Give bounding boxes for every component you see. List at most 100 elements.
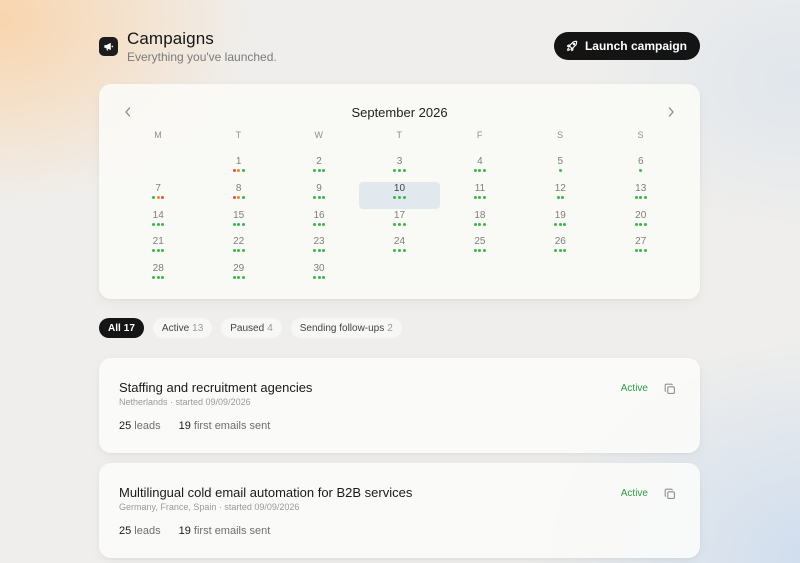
activity-dot <box>397 249 401 253</box>
activity-dot <box>563 222 567 226</box>
calendar-day[interactable]: 13 <box>601 182 681 209</box>
calendar-day[interactable]: 24 <box>359 235 439 262</box>
activity-dot <box>482 195 486 199</box>
calendar-day-number: 29 <box>233 263 245 275</box>
calendar-day[interactable]: 4 <box>440 155 520 182</box>
activity-dot <box>561 195 565 199</box>
activity-dot <box>639 195 643 199</box>
calendar-day-number: 24 <box>393 236 406 248</box>
calendar-day[interactable]: 28 <box>118 262 198 289</box>
calendar-day[interactable]: 8 <box>198 182 278 209</box>
campaign-activity-dots <box>279 276 359 280</box>
campaign-activity-dots <box>118 249 198 253</box>
filter-tab-active[interactable]: Active 13 <box>152 318 213 338</box>
weekday-label: M <box>154 130 163 140</box>
chevron-right-icon[interactable] <box>667 104 675 120</box>
calendar-day[interactable]: 25 <box>440 235 520 262</box>
calendar-empty-cell <box>118 155 198 182</box>
filter-tab-all[interactable]: All 17 <box>99 318 144 338</box>
activity-dot <box>554 249 558 253</box>
filter-tab-paused[interactable]: Paused 4 <box>221 318 282 338</box>
activity-dot <box>473 195 477 199</box>
emails-stat: 19 first emails sent <box>179 420 271 432</box>
calendar-day[interactable]: 5 <box>520 155 600 182</box>
activity-dot <box>397 195 401 199</box>
leads-stat: 25 leads <box>119 525 161 537</box>
activity-dot <box>322 249 326 253</box>
calendar-day[interactable]: 19 <box>520 209 600 236</box>
activity-dot <box>322 276 326 280</box>
campaigns-page: Campaigns Everything you've launched. La… <box>99 0 700 558</box>
calendar-day-number: 6 <box>637 156 644 167</box>
activity-dot <box>643 222 647 226</box>
calendar-day-number: 4 <box>477 156 483 167</box>
calendar-day[interactable]: 22 <box>198 235 278 262</box>
campaign-card[interactable]: Staffing and recruitment agencies Netherl… <box>99 358 700 453</box>
calendar-day[interactable]: 29 <box>198 262 278 289</box>
calendar-day[interactable]: 23 <box>279 235 359 262</box>
launch-campaign-button[interactable]: Launch campaign <box>553 32 700 60</box>
calendar-day[interactable]: 10 <box>359 181 440 209</box>
calendar-day[interactable]: 17 <box>359 209 439 236</box>
calendar-day-number: 15 <box>233 209 245 221</box>
campaign-title: Staffing and recruitment agencies <box>119 380 313 395</box>
activity-dot <box>393 222 397 226</box>
activity-dot <box>473 249 477 253</box>
campaign-activity-dots <box>520 169 600 172</box>
calendar-day[interactable]: 20 <box>601 209 681 236</box>
campaign-activity-dots <box>279 222 359 226</box>
campaign-card[interactable]: Multilingual cold email automation for B… <box>99 463 700 558</box>
filter-tab-sending-follow-ups[interactable]: Sending follow-ups 2 <box>290 318 402 338</box>
calendar-day-number: 3 <box>396 156 403 167</box>
campaign-activity-dots <box>440 169 520 172</box>
activity-dot <box>397 222 401 226</box>
activity-dot <box>312 276 316 280</box>
campaign-activity-dots <box>440 222 520 226</box>
activity-dot <box>232 169 236 172</box>
calendar-day[interactable]: 2 <box>279 155 359 182</box>
activity-dot <box>161 222 165 226</box>
megaphone-icon <box>99 37 118 56</box>
calendar-day[interactable]: 21 <box>118 235 198 262</box>
calendar-day[interactable]: 26 <box>520 235 600 262</box>
activity-dot <box>237 249 241 253</box>
calendar-day[interactable]: 14 <box>118 209 198 236</box>
calendar-day[interactable]: 7 <box>118 182 198 209</box>
calendar-day[interactable]: 11 <box>440 182 520 209</box>
activity-dot <box>478 222 482 226</box>
activity-dot <box>478 169 482 172</box>
leads-label: leads <box>131 420 161 432</box>
activity-dot <box>322 195 326 199</box>
calendar-day[interactable]: 16 <box>279 209 359 236</box>
calendar-day[interactable]: 12 <box>520 182 600 209</box>
copy-icon[interactable] <box>664 382 676 394</box>
calendar-day[interactable]: 15 <box>198 209 278 236</box>
activity-dot <box>312 249 316 253</box>
calendar-day-number: 5 <box>557 156 564 167</box>
campaign-activity-dots <box>198 249 278 253</box>
calendar-day[interactable]: 30 <box>279 262 359 289</box>
calendar-day[interactable]: 3 <box>359 155 439 182</box>
leads-stat: 25 leads <box>119 420 161 432</box>
calendar-day[interactable]: 18 <box>440 209 520 236</box>
activity-dot <box>402 249 406 253</box>
calendar-day[interactable]: 1 <box>198 155 278 182</box>
calendar-day-number: 27 <box>635 236 647 248</box>
weekday-label: T <box>396 130 403 140</box>
activity-dot <box>156 195 160 199</box>
campaign-activity-dots <box>198 169 278 172</box>
activity-dot <box>312 222 316 226</box>
calendar-day[interactable]: 6 <box>601 155 681 182</box>
activity-dot <box>241 169 245 172</box>
calendar-day[interactable]: 27 <box>601 235 681 262</box>
activity-dot <box>473 169 477 172</box>
activity-dot <box>402 222 406 226</box>
calendar-day-number: 20 <box>635 209 647 221</box>
copy-icon[interactable] <box>664 487 676 499</box>
campaign-activity-dots <box>359 169 439 172</box>
leads-label: leads <box>131 525 161 537</box>
calendar-day-number: 22 <box>233 236 245 248</box>
weekday-label: S <box>557 130 564 140</box>
activity-dot <box>312 169 316 172</box>
calendar-day[interactable]: 9 <box>279 182 359 209</box>
